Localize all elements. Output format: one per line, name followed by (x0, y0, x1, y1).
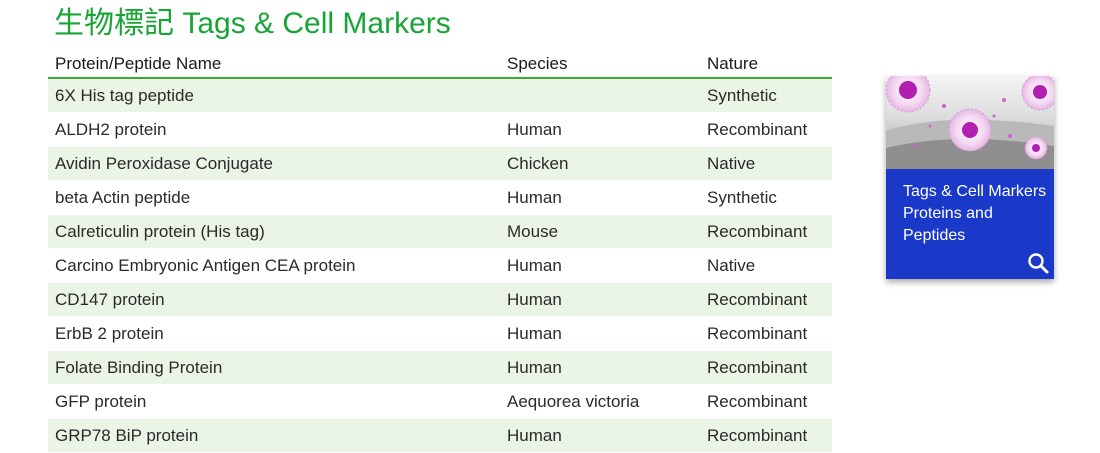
cell-nature: Recombinant (707, 119, 808, 139)
table-row: Folate Binding Protein Human Recombinant (48, 351, 832, 385)
table-row: Carcino Embryonic Antigen CEA protein Hu… (48, 249, 832, 283)
cell-species: Human (507, 119, 562, 139)
cell-species: Mouse (507, 221, 559, 241)
cell-large-left (886, 76, 931, 113)
cell-protein-name: ErbB 2 protein (55, 323, 164, 343)
cell-protein-name: CD147 protein (55, 289, 165, 309)
cell-right-top (1021, 76, 1054, 111)
cell-species: Aequorea victoria (507, 391, 640, 411)
cell-species: Chicken (507, 153, 569, 173)
table-row: ErbB 2 protein Human Recombinant (48, 317, 832, 351)
cell-protein-name: Carcino Embryonic Antigen CEA protein (55, 255, 356, 275)
card-caption-line: Tags & Cell Markers (903, 183, 1047, 200)
table-header: Protein/Peptide Name Species Nature (48, 50, 832, 79)
cell-protein-name: GFP protein (55, 391, 147, 411)
cell-nature: Synthetic (707, 85, 777, 105)
cell-protein-name: GRP78 BiP protein (55, 425, 199, 445)
cell-small-right (1024, 136, 1048, 160)
cell-species: Human (507, 357, 562, 377)
table-row: Avidin Peroxidase Conjugate Chicken Nati… (48, 147, 832, 181)
cell-protein-name: Avidin Peroxidase Conjugate (55, 153, 273, 173)
cell-species: Human (507, 289, 562, 309)
table-row: beta Actin peptide Human Synthetic (48, 181, 832, 215)
cell-protein-name: Calreticulin protein (His tag) (55, 221, 265, 241)
cell-nature: Recombinant (707, 323, 808, 343)
cell-species: Human (507, 255, 562, 275)
cell-nature: Native (707, 255, 756, 275)
table-row: 6X His tag peptide Synthetic (48, 79, 832, 113)
table-row: GFP protein Aequorea victoria Recombinan… (48, 385, 832, 419)
cell-nature: Recombinant (707, 221, 808, 241)
cell-nature: Recombinant (707, 425, 808, 445)
cell-illustration (886, 76, 1054, 169)
page-title: 生物標記 Tags & Cell Markers (54, 7, 451, 40)
cell-illustration-svg (886, 76, 1054, 169)
card-caption-panel: Tags & Cell Markers Proteins and Peptide… (886, 169, 1054, 279)
cell-nature: Recombinant (707, 357, 808, 377)
catalog-card-link[interactable]: Tags & Cell Markers Proteins and Peptide… (886, 76, 1054, 279)
table-row: ALDH2 protein Human Recombinant (48, 113, 832, 147)
cell-species: Human (507, 425, 562, 445)
table-row: CD147 protein Human Recombinant (48, 283, 832, 317)
card-caption-line: Proteins and (903, 205, 993, 222)
cell-protein-name: Folate Binding Protein (55, 357, 223, 377)
card-caption-line: Peptides (903, 227, 966, 244)
card-caption: Tags & Cell Markers Proteins and Peptide… (903, 181, 1053, 247)
table-body: 6X His tag peptide Synthetic ALDH2 prote… (48, 79, 832, 453)
cell-large-center (948, 108, 992, 152)
table-row: Calreticulin protein (His tag) Mouse Rec… (48, 215, 832, 249)
cell-species: Human (507, 323, 562, 343)
header-nature: Nature (707, 53, 759, 73)
table-row: GRP78 BiP protein Human Recombinant (48, 419, 832, 453)
cell-protein-name: ALDH2 protein (55, 119, 167, 139)
cell-nature: Native (707, 153, 756, 173)
search-icon[interactable] (1026, 251, 1050, 275)
cell-species: Human (507, 187, 562, 207)
product-table: Protein/Peptide Name Species Nature 6X H… (48, 50, 832, 453)
cell-nature: Synthetic (707, 187, 777, 207)
cell-nature: Recombinant (707, 391, 808, 411)
cell-nature: Recombinant (707, 289, 808, 309)
header-protein-name: Protein/Peptide Name (55, 53, 222, 73)
cell-protein-name: beta Actin peptide (55, 187, 191, 207)
cell-protein-name: 6X His tag peptide (55, 85, 194, 105)
header-species: Species (507, 53, 568, 73)
